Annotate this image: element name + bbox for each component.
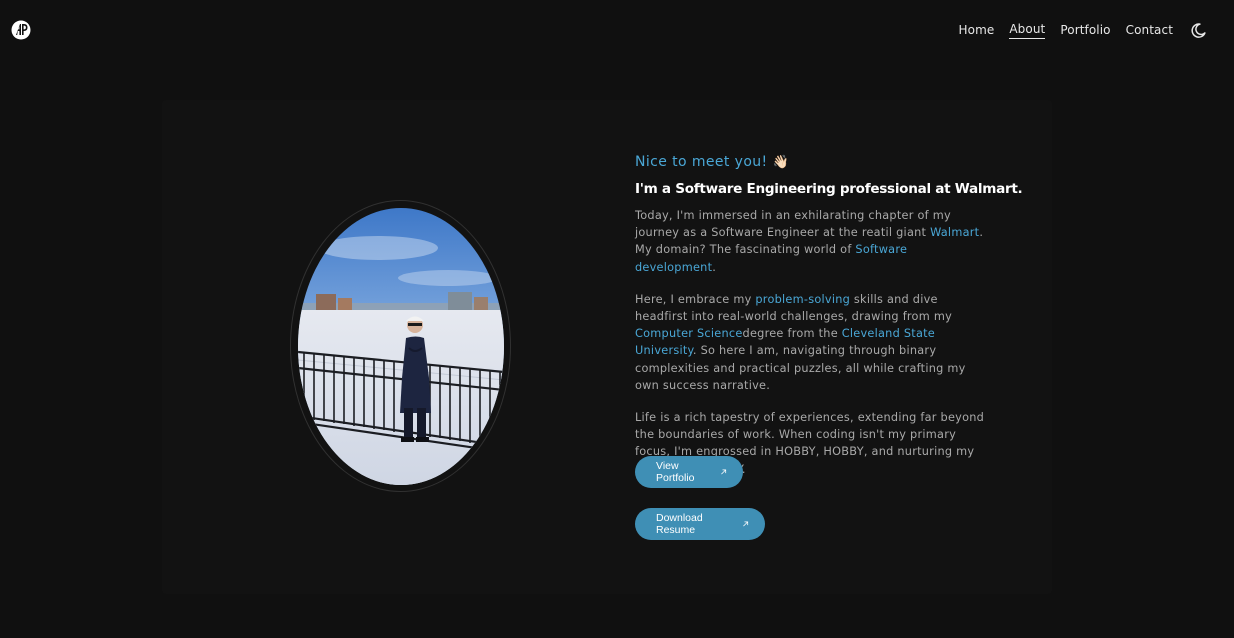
arrow-up-right-icon (721, 469, 726, 475)
main-nav: Home About Portfolio Contact (944, 22, 1206, 39)
greeting: Nice to meet you! 👋🏻 (635, 151, 991, 173)
computer-science-link[interactable]: Computer Science (635, 327, 743, 340)
about-content: Nice to meet you! 👋🏻 I'm a Software Engi… (635, 151, 1023, 478)
view-portfolio-button[interactable]: View Portfolio (635, 456, 743, 488)
download-resume-button[interactable]: Download Resume (635, 508, 765, 540)
profile-photo (298, 208, 504, 485)
intro-paragraph: Today, I'm immersed in an exhilarating c… (635, 207, 991, 276)
top-bar: Home About Portfolio Contact (0, 0, 1234, 62)
moon-icon[interactable] (1191, 23, 1206, 38)
skills-text-1: Here, I embrace my (635, 292, 756, 306)
arrow-up-right-icon (743, 521, 748, 527)
view-portfolio-label: View Portfolio (656, 460, 695, 484)
problem-solving-link[interactable]: problem-solving (755, 293, 850, 306)
nav-home[interactable]: Home (959, 23, 995, 39)
skills-text-3: degree from the (742, 327, 842, 341)
waving-hand-icon: 👋🏻 (772, 154, 790, 170)
nav-portfolio[interactable]: Portfolio (1060, 23, 1110, 39)
walmart-link[interactable]: Walmart (930, 226, 979, 239)
skills-paragraph: Here, I embrace my problem-solving skill… (635, 291, 991, 394)
monogram-logo-icon[interactable] (11, 20, 31, 40)
intro-text-3: . (712, 260, 717, 274)
intro-text-1: Today, I'm immersed in an exhilarating c… (635, 209, 951, 240)
download-resume-label: Download Resume (656, 512, 703, 536)
nav-about[interactable]: About (1009, 22, 1046, 39)
headline: I'm a Software Engineering professional … (635, 181, 1023, 197)
nav-contact[interactable]: Contact (1126, 23, 1173, 39)
greeting-text: Nice to meet you! (635, 154, 768, 170)
